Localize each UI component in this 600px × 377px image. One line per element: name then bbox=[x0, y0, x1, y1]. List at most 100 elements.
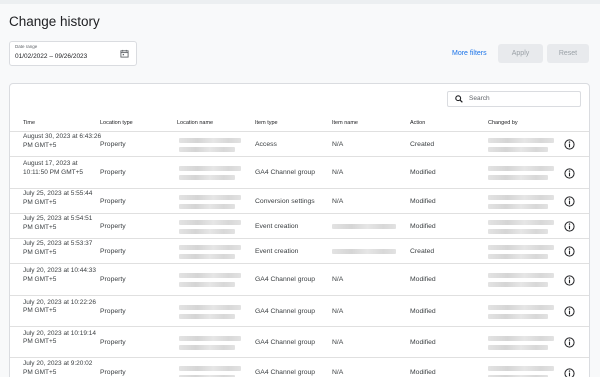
redacted-location-name bbox=[179, 313, 235, 319]
redacted-changed-by bbox=[488, 366, 554, 371]
redacted-location-name bbox=[179, 273, 241, 278]
redacted-location-name bbox=[179, 203, 235, 209]
search-icon bbox=[455, 95, 463, 103]
cell-item-type: Conversion settings bbox=[255, 197, 315, 205]
table-header: Time Location type Location name Item ty… bbox=[10, 114, 589, 132]
redacted-changed-by bbox=[488, 244, 554, 250]
cell-item-type: Event creation bbox=[255, 222, 299, 230]
cell-time: July 25, 2023 at 5:53:37 PM GMT+5 bbox=[23, 240, 93, 256]
cell-action: Created bbox=[410, 140, 435, 148]
redacted-location-name bbox=[179, 304, 241, 310]
date-range-label: Date range bbox=[15, 44, 38, 49]
table-row[interactable]: July 25, 2023 at 5:54:51 PM GMT+5 Propert… bbox=[10, 214, 589, 239]
redacted-location-name bbox=[179, 175, 235, 180]
date-range-value: 01/02/2022 – 09/26/2023 bbox=[15, 53, 88, 60]
redacted-changed-by bbox=[488, 282, 548, 287]
date-range-picker[interactable]: Date range 01/02/2022 – 09/26/2023 bbox=[9, 41, 137, 66]
search-input[interactable]: Search bbox=[447, 91, 581, 107]
redacted-changed-by bbox=[488, 313, 548, 319]
top-bar bbox=[0, 0, 600, 4]
header-item-name[interactable]: Item name bbox=[332, 120, 358, 126]
redacted-changed-by bbox=[488, 166, 554, 171]
cell-time: August 17, 2023 at 10:11:50 PM GMT+5 bbox=[23, 160, 84, 176]
table-row[interactable]: July 20, 2023 at 10:19:14 PM GMT+5 Proper… bbox=[10, 327, 589, 358]
cell-location-type: Property bbox=[100, 169, 126, 176]
reset-button[interactable]: Reset bbox=[547, 44, 589, 63]
redacted-location-name bbox=[179, 244, 241, 250]
cell-item-type: GA4 Channel group bbox=[255, 307, 316, 315]
cell-location-type: Property bbox=[100, 247, 126, 255]
cell-item-type: GA4 Channel group bbox=[255, 369, 316, 376]
info-icon[interactable] bbox=[564, 246, 575, 257]
header-location-type[interactable]: Location type bbox=[100, 120, 133, 126]
redacted-changed-by bbox=[488, 273, 554, 278]
more-filters-link[interactable]: More filters bbox=[452, 50, 487, 57]
cell-item-type: GA4 Channel group bbox=[255, 338, 316, 346]
info-icon[interactable] bbox=[564, 196, 575, 207]
table-row[interactable]: August 30, 2023 at 6:43:26 PM GMT+5 Prope… bbox=[10, 132, 589, 157]
table-row[interactable]: July 20, 2023 at 10:44:33 PM GMT+5 Proper… bbox=[10, 264, 589, 296]
header-changed-by[interactable]: Changed by bbox=[488, 120, 518, 126]
redacted-location-name bbox=[179, 137, 241, 143]
table-row[interactable]: August 17, 2023 at 10:11:50 PM GMT+5 Prop… bbox=[10, 157, 589, 189]
redacted-location-name bbox=[179, 282, 235, 287]
table-row[interactable]: July 25, 2023 at 5:53:37 PM GMT+5 Propert… bbox=[10, 239, 589, 264]
redacted-location-name bbox=[179, 335, 241, 341]
calendar-icon[interactable] bbox=[120, 49, 129, 58]
cell-time: July 20, 2023 at 10:22:26 PM GMT+5 bbox=[23, 298, 97, 315]
info-icon[interactable] bbox=[564, 139, 575, 150]
redacted-changed-by bbox=[488, 228, 548, 234]
apply-button[interactable]: Apply bbox=[498, 44, 543, 63]
info-icon[interactable] bbox=[564, 367, 575, 377]
cell-action: Modified bbox=[410, 369, 436, 376]
redacted-item-name bbox=[332, 248, 396, 254]
cell-action: Modified bbox=[410, 307, 436, 315]
redacted-changed-by bbox=[488, 175, 548, 180]
redacted-changed-by bbox=[488, 219, 554, 225]
change-history-table-card: Search Time Location type Location name … bbox=[9, 83, 590, 377]
cell-time: July 25, 2023 at 5:55:44 PM GMT+5 bbox=[23, 190, 93, 206]
redacted-location-name bbox=[179, 366, 241, 371]
cell-item-type: GA4 Channel group bbox=[255, 276, 316, 283]
cell-location-type: Property bbox=[100, 276, 126, 283]
header-time[interactable]: Time bbox=[23, 120, 35, 126]
table-row[interactable]: July 25, 2023 at 5:55:44 PM GMT+5 Propert… bbox=[10, 189, 589, 214]
info-icon[interactable] bbox=[564, 306, 575, 317]
cell-location-type: Property bbox=[100, 222, 126, 230]
redacted-changed-by bbox=[488, 344, 548, 350]
redacted-location-name bbox=[179, 219, 241, 225]
table-row[interactable]: July 20, 2023 at 9:20:02 PM GMT+5 Propert… bbox=[10, 358, 589, 377]
cell-action: Modified bbox=[410, 222, 436, 230]
redacted-location-name bbox=[179, 194, 241, 200]
info-icon[interactable] bbox=[564, 337, 575, 348]
cell-time: August 30, 2023 at 6:43:26 PM GMT+5 bbox=[23, 133, 102, 149]
table-row[interactable]: July 20, 2023 at 10:22:26 PM GMT+5 Proper… bbox=[10, 296, 589, 327]
info-icon[interactable] bbox=[564, 274, 575, 286]
redacted-changed-by bbox=[488, 194, 554, 200]
cell-action: Created bbox=[410, 247, 435, 255]
header-item-type[interactable]: Item type bbox=[255, 120, 278, 126]
redacted-location-name bbox=[179, 228, 235, 234]
header-action[interactable]: Action bbox=[410, 120, 425, 126]
info-icon[interactable] bbox=[564, 221, 575, 232]
cell-location-type: Property bbox=[100, 197, 126, 205]
header-location-name[interactable]: Location name bbox=[177, 120, 213, 126]
cell-time: July 25, 2023 at 5:54:51 PM GMT+5 bbox=[23, 215, 93, 231]
redacted-location-name bbox=[179, 253, 235, 259]
cell-location-type: Property bbox=[100, 338, 126, 346]
cell-location-type: Property bbox=[100, 369, 126, 376]
cell-time: July 20, 2023 at 10:19:14 PM GMT+5 bbox=[23, 329, 97, 346]
redacted-location-name bbox=[179, 344, 235, 350]
cell-item-name: N/A bbox=[332, 338, 344, 346]
redacted-location-name bbox=[179, 166, 241, 171]
cell-item-name: N/A bbox=[332, 307, 344, 315]
search-placeholder: Search bbox=[469, 95, 490, 102]
redacted-item-name bbox=[332, 223, 396, 229]
redacted-changed-by bbox=[488, 335, 554, 341]
info-icon[interactable] bbox=[564, 167, 575, 179]
redacted-changed-by bbox=[488, 203, 548, 209]
cell-item-name: N/A bbox=[332, 169, 344, 176]
redacted-changed-by bbox=[488, 146, 548, 152]
redacted-location-name bbox=[179, 146, 235, 152]
cell-time: July 20, 2023 at 10:44:33 PM GMT+5 bbox=[23, 267, 97, 283]
